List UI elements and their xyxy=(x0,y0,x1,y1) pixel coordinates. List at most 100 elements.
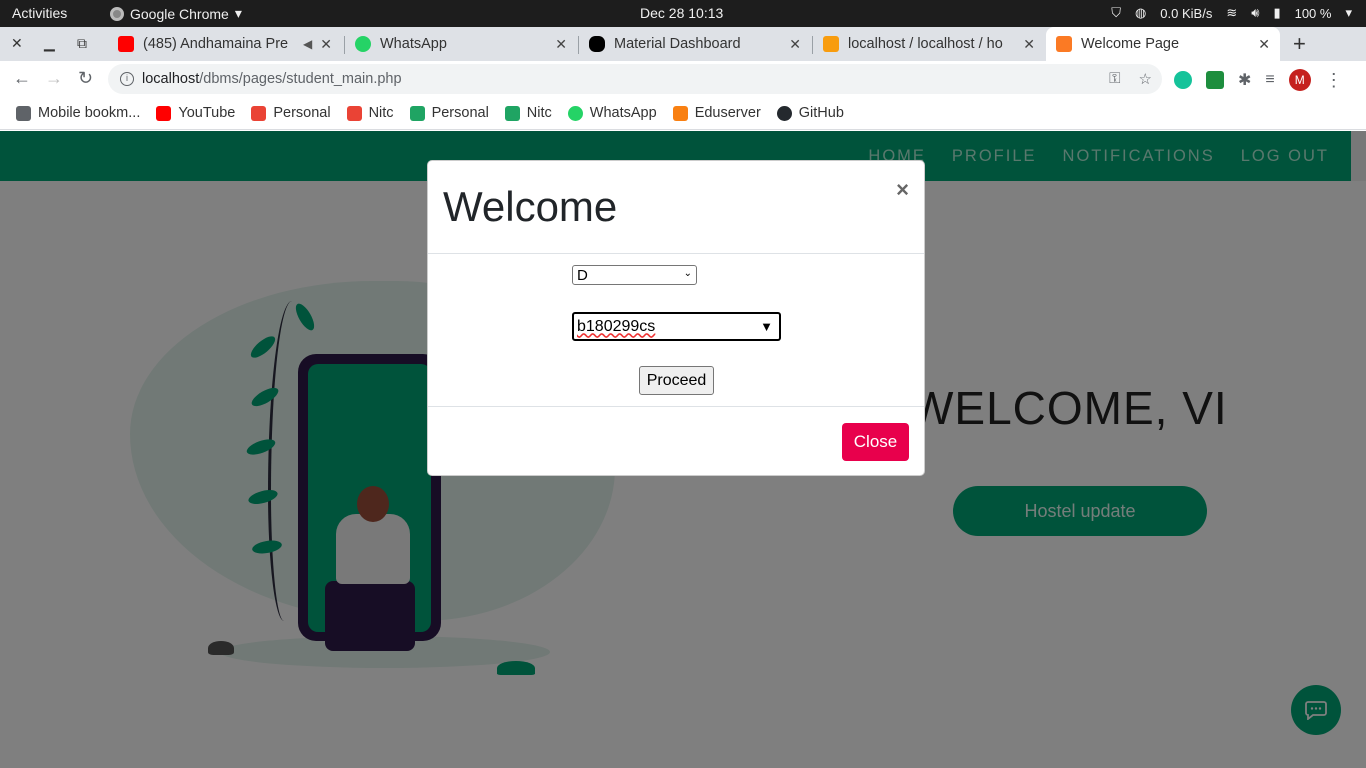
drive-icon xyxy=(409,105,425,121)
tab-close-icon[interactable]: ✕ xyxy=(1258,36,1270,53)
forward-arrow-icon[interactable]: → xyxy=(45,68,63,89)
kebab-menu-icon[interactable]: ⋮ xyxy=(1325,70,1343,91)
bookmark-label: Nitc xyxy=(368,105,394,121)
chevron-down-icon: ⌄ xyxy=(683,268,692,279)
dropdown-triangle-icon: ▼ xyxy=(760,319,773,334)
tab-title: (485) Andhamaina Pre xyxy=(143,36,289,52)
tab-material-dashboard[interactable]: Material Dashboard ✕ xyxy=(579,27,811,61)
wifi-icon: ≋ xyxy=(1226,5,1238,20)
reload-icon[interactable]: ↻ xyxy=(78,68,93,89)
system-top-bar: Activities Google Chrome ▾ Dec 28 10:13 … xyxy=(0,0,1366,27)
tab-close-icon[interactable]: ✕ xyxy=(1023,36,1035,53)
eyedropper-icon[interactable] xyxy=(1206,71,1224,89)
browser-toolbar: ← → ↻ i localhost/dbms/pages/student_mai… xyxy=(0,61,1366,97)
tab-title: Material Dashboard xyxy=(614,36,741,52)
tab-close-icon[interactable]: ✕ xyxy=(320,36,332,53)
window-restore-icon[interactable]: ⧉ xyxy=(77,35,87,52)
student-select[interactable]: b180299cs ▼ xyxy=(572,312,781,341)
youtube-icon xyxy=(118,36,134,52)
modal-title: Welcome xyxy=(443,183,618,230)
tab-welcome-page[interactable]: Welcome Page ✕ xyxy=(1046,27,1280,61)
bookmark-item[interactable]: Nitc xyxy=(346,105,394,121)
moodle-icon xyxy=(672,105,688,121)
xampp-icon xyxy=(1056,36,1072,52)
bookmark-label: YouTube xyxy=(178,105,236,121)
bookmark-item[interactable]: Personal xyxy=(409,105,489,121)
address-bar[interactable]: i localhost/dbms/pages/student_main.php … xyxy=(108,64,1162,94)
app-name: Google Chrome xyxy=(130,5,229,22)
caret-down-icon: ▾ xyxy=(234,5,242,21)
block-select[interactable]: D ⌄ xyxy=(572,265,697,285)
activities-button[interactable]: Activities xyxy=(12,5,67,21)
web-page: HOME PROFILE NOTIFICATIONS LOG OUT WELCO… xyxy=(0,131,1366,768)
gmail-icon xyxy=(346,105,362,121)
tab-strip: ✕ ▁ ⧉ (485) Andhamaina Pre ◀︎ ✕ WhatsApp… xyxy=(0,27,1366,61)
system-tray[interactable]: ⛉ ◍ 0.0 KiB/s ≋ 🔊︎ ▮ 100 % ▾ xyxy=(1111,5,1352,21)
bookmark-item[interactable]: Eduserver xyxy=(672,105,761,121)
gmail-icon xyxy=(251,105,267,121)
app-menu[interactable]: Google Chrome ▾ xyxy=(110,5,242,22)
volume-icon: 🔊︎ xyxy=(1251,5,1260,20)
window-close-icon[interactable]: ✕ xyxy=(11,35,23,52)
github-icon xyxy=(776,105,792,121)
grammarly-icon[interactable] xyxy=(1174,71,1192,89)
profile-avatar[interactable]: M xyxy=(1288,69,1311,91)
tab-close-icon[interactable]: ✕ xyxy=(789,36,801,53)
network-speed: 0.0 KiB/s xyxy=(1160,5,1213,21)
bookmark-label: Nitc xyxy=(526,105,552,121)
bookmark-item[interactable]: YouTube xyxy=(156,105,235,121)
bookmark-item[interactable]: Nitc xyxy=(504,105,552,121)
close-button[interactable]: Close xyxy=(842,423,909,461)
modal-close-icon[interactable]: × xyxy=(896,177,909,203)
window-minimize-icon[interactable]: ▁ xyxy=(44,35,55,52)
bowtie-icon xyxy=(589,36,605,52)
bookmark-item[interactable]: GitHub xyxy=(776,105,844,121)
url-host: localhost xyxy=(142,71,200,87)
phpmyadmin-icon xyxy=(823,36,839,52)
student-select-value: b180299cs xyxy=(577,317,656,335)
site-info-icon[interactable]: i xyxy=(120,72,134,86)
youtube-icon xyxy=(156,105,172,121)
puzzle-icon[interactable]: ✱ xyxy=(1238,70,1251,90)
battery-icon: ▮ xyxy=(1273,5,1281,20)
block-select-value: D xyxy=(577,266,588,284)
welcome-modal: Welcome × D ⌄ b180299cs ▼ Proceed Close xyxy=(427,160,925,476)
bookmark-label: GitHub xyxy=(798,105,844,121)
tab-close-icon[interactable]: ✕ xyxy=(555,36,567,53)
power-menu-icon: ▾ xyxy=(1345,5,1352,20)
clock[interactable]: Dec 28 10:13 xyxy=(640,5,723,21)
bookmark-label: Personal xyxy=(273,105,331,121)
globe-icon: ◍ xyxy=(1134,5,1147,20)
proceed-button[interactable]: Proceed xyxy=(639,366,714,395)
extensions-area: ✱ ≡ M ⋮ xyxy=(1174,69,1343,91)
tab-title: WhatsApp xyxy=(380,36,447,52)
tab-title: localhost / localhost / ho xyxy=(848,36,1003,52)
bookmark-item[interactable]: Personal xyxy=(251,105,331,121)
bookmark-item[interactable]: WhatsApp xyxy=(567,105,657,121)
bookmark-star-icon[interactable]: ☆ xyxy=(1139,70,1152,88)
bookmark-label: Personal xyxy=(431,105,489,121)
url-path: /dbms/pages/student_main.php xyxy=(199,71,402,87)
modal-divider xyxy=(428,253,924,254)
bookmark-item[interactable]: Mobile bookm... xyxy=(16,105,140,121)
media-control-icon[interactable]: ≡ xyxy=(1265,71,1274,89)
bookmark-label: Eduserver xyxy=(694,105,761,121)
tab-youtube[interactable]: (485) Andhamaina Pre ◀︎ ✕ xyxy=(108,27,342,61)
battery-level: 100 % xyxy=(1294,5,1332,21)
whatsapp-icon xyxy=(567,105,583,121)
modal-divider xyxy=(428,406,924,407)
tab-phpmyadmin[interactable]: localhost / localhost / ho ✕ xyxy=(813,27,1045,61)
whatsapp-icon xyxy=(355,36,371,52)
tab-title: Welcome Page xyxy=(1081,36,1180,52)
back-arrow-icon[interactable]: ← xyxy=(13,68,31,89)
tab-whatsapp[interactable]: WhatsApp ✕ xyxy=(345,27,577,61)
key-icon[interactable]: ⚿ xyxy=(1109,70,1120,88)
bookmarks-bar: Mobile bookm... YouTube Personal Nitc Pe… xyxy=(0,97,1366,130)
bookmark-label: Mobile bookm... xyxy=(38,105,141,121)
new-tab-button[interactable]: + xyxy=(1293,31,1306,57)
shield-icon: ⛉ xyxy=(1111,5,1121,20)
folder-icon xyxy=(16,105,31,121)
bookmark-label: WhatsApp xyxy=(589,105,657,121)
drive-icon xyxy=(504,105,520,121)
audio-icon: ◀︎ xyxy=(303,37,313,51)
